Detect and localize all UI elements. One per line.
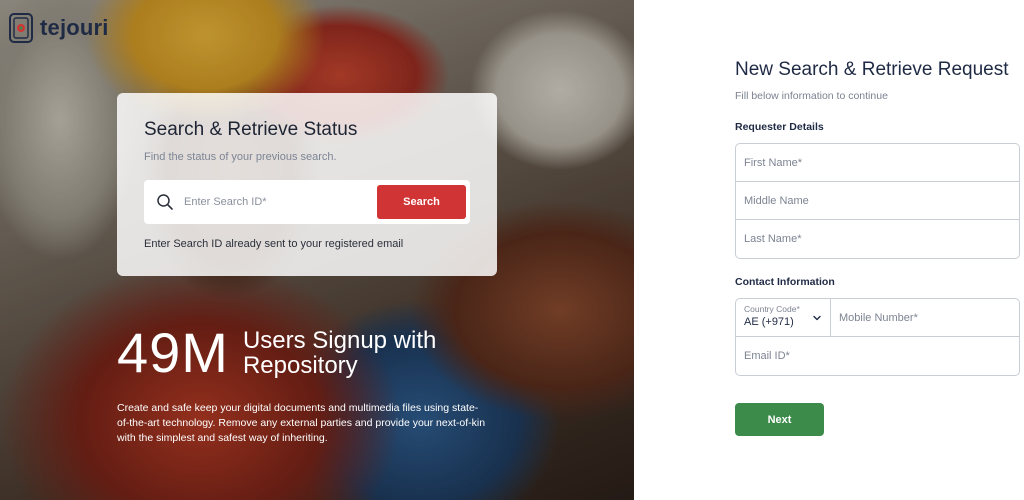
email-input[interactable]: [736, 337, 1019, 375]
chevron-down-icon: [813, 315, 821, 321]
country-code-label: Country Code*: [744, 304, 800, 314]
stat-label: Users Signup with Repository: [242, 327, 437, 379]
search-hint: Enter Search ID already sent to your reg…: [144, 238, 404, 250]
status-card-subtitle: Find the status of your previous search.: [144, 151, 337, 163]
phone-row: Country Code* AE (+971): [736, 299, 1019, 337]
requester-section-label: Requester Details: [735, 121, 824, 133]
tejouri-logo-icon: [9, 13, 33, 43]
first-name-field: [736, 144, 1019, 182]
email-field: [736, 337, 1019, 375]
hero-description: Create and safe keep your digital docume…: [117, 402, 486, 444]
signup-stat: 49M Users Signup with Repository: [117, 325, 443, 381]
brand[interactable]: tejouri: [8, 12, 109, 44]
stat-number: 49M: [117, 321, 229, 384]
requester-fields: [735, 143, 1020, 259]
search-id-input[interactable]: [184, 187, 377, 217]
mobile-number-field: [831, 299, 1019, 336]
hero-panel: tejouri Search & Retrieve Status Find th…: [0, 0, 634, 500]
contact-section-label: Contact Information: [735, 276, 835, 288]
request-form-panel: New Search & Retrieve Request Fill below…: [634, 0, 1024, 500]
middle-name-field: [736, 182, 1019, 220]
search-status-card: Search & Retrieve Status Find the status…: [117, 93, 497, 276]
last-name-field: [736, 220, 1019, 258]
search-icon: [157, 194, 173, 210]
last-name-input[interactable]: [736, 220, 1019, 258]
form-subtitle: Fill below information to continue: [735, 90, 888, 102]
contact-fields: Country Code* AE (+971): [735, 298, 1020, 376]
first-name-input[interactable]: [736, 144, 1019, 181]
mobile-number-input[interactable]: [831, 299, 1019, 336]
country-code-select[interactable]: Country Code* AE (+971): [736, 299, 831, 336]
brand-name: tejouri: [40, 15, 109, 40]
search-button[interactable]: Search: [377, 185, 466, 219]
country-code-value: AE (+971): [744, 316, 794, 328]
page: tejouri Search & Retrieve Status Find th…: [0, 0, 1024, 500]
form-title: New Search & Retrieve Request: [735, 59, 1009, 80]
middle-name-input[interactable]: [736, 182, 1019, 219]
search-bar: Search: [144, 180, 470, 224]
next-button[interactable]: Next: [735, 403, 824, 436]
status-card-title: Search & Retrieve Status: [144, 119, 358, 140]
